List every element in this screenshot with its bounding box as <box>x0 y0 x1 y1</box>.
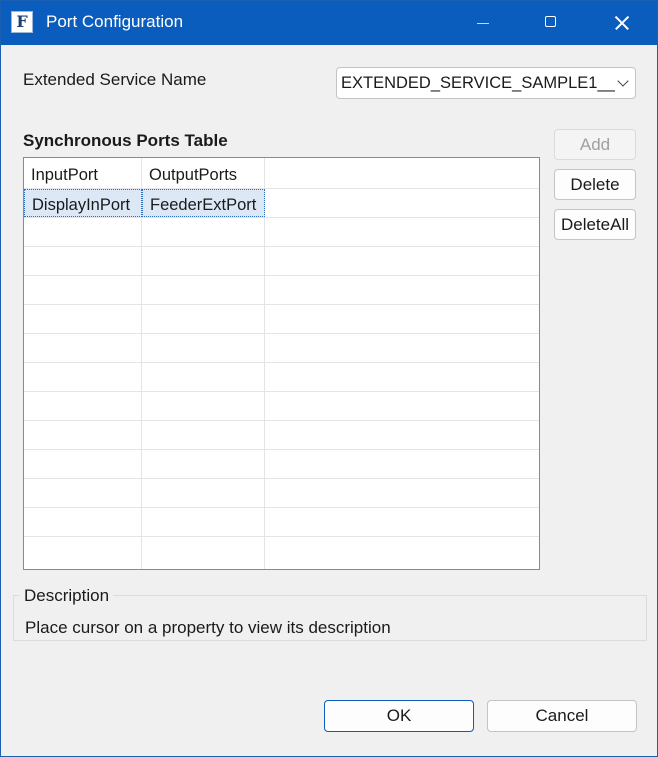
chevron-down-icon <box>617 75 629 87</box>
table-cell[interactable] <box>142 247 265 275</box>
title-bar[interactable]: F Port Configuration <box>1 1 657 45</box>
table-cell[interactable] <box>24 392 142 420</box>
column-header-inputport[interactable]: InputPort <box>24 158 142 188</box>
table-cell[interactable] <box>24 450 142 478</box>
window-title: Port Configuration <box>46 12 184 31</box>
table-cell[interactable] <box>24 247 142 275</box>
table-cell[interactable] <box>24 276 142 304</box>
table-cell[interactable] <box>24 363 142 391</box>
extended-service-name-label: Extended Service Name <box>23 70 207 89</box>
table-row[interactable]: DisplayInPort FeederExtPort <box>24 189 539 218</box>
extended-service-name-dropdown[interactable]: EXTENDED_SERVICE_SAMPLE1__1. <box>336 67 636 99</box>
table-row[interactable] <box>24 334 539 363</box>
table-cell-inputport[interactable]: DisplayInPort <box>24 189 142 217</box>
synchronous-ports-table-title: Synchronous Ports Table <box>23 131 228 150</box>
delete-button[interactable]: Delete <box>554 169 636 200</box>
table-cell[interactable] <box>142 508 265 536</box>
table-cell[interactable] <box>24 508 142 536</box>
close-button[interactable] <box>599 1 647 45</box>
table-row[interactable] <box>24 421 539 450</box>
table-cell[interactable] <box>142 421 265 449</box>
table-cell[interactable] <box>142 479 265 507</box>
table-cell[interactable] <box>142 537 265 569</box>
table-row[interactable] <box>24 537 539 569</box>
table-row[interactable] <box>24 392 539 421</box>
table-cell[interactable] <box>24 537 142 569</box>
table-cell[interactable] <box>142 276 265 304</box>
description-panel: Description Place cursor on a property t… <box>13 586 647 641</box>
table-cell[interactable] <box>142 218 265 246</box>
table-cell[interactable] <box>142 363 265 391</box>
table-cell[interactable] <box>24 305 142 333</box>
minimize-button[interactable] <box>459 1 507 45</box>
delete-all-button[interactable]: DeleteAll <box>554 209 636 240</box>
cancel-button[interactable]: Cancel <box>487 700 637 732</box>
add-button[interactable]: Add <box>554 129 636 160</box>
app-logo-icon: F <box>11 11 33 33</box>
port-configuration-window: F Port Configuration Extended Service Na… <box>0 0 658 757</box>
table-cell[interactable] <box>142 334 265 362</box>
table-cell[interactable] <box>24 421 142 449</box>
description-text: Place cursor on a property to view its d… <box>25 618 391 637</box>
dropdown-selected-value: EXTENDED_SERVICE_SAMPLE1__1. <box>341 74 615 92</box>
table-row[interactable] <box>24 508 539 537</box>
table-cell[interactable] <box>142 392 265 420</box>
ok-button[interactable]: OK <box>324 700 474 732</box>
table-cell[interactable] <box>142 450 265 478</box>
table-cell-outputports[interactable]: FeederExtPort <box>142 189 265 217</box>
table-header-row: InputPort OutputPorts <box>24 158 539 189</box>
table-row[interactable] <box>24 218 539 247</box>
table-cell[interactable] <box>24 334 142 362</box>
table-cell[interactable] <box>24 479 142 507</box>
table-row[interactable] <box>24 305 539 334</box>
table-cell[interactable] <box>142 305 265 333</box>
table-row[interactable] <box>24 450 539 479</box>
table-row[interactable] <box>24 247 539 276</box>
table-row[interactable] <box>24 276 539 305</box>
table-row[interactable] <box>24 363 539 392</box>
table-cell[interactable] <box>24 218 142 246</box>
synchronous-ports-table[interactable]: InputPort OutputPorts DisplayInPort Feed… <box>23 157 540 570</box>
description-label: Description <box>20 586 114 606</box>
maximize-button[interactable] <box>527 1 575 45</box>
column-header-outputports[interactable]: OutputPorts <box>142 158 265 188</box>
table-row[interactable] <box>24 479 539 508</box>
